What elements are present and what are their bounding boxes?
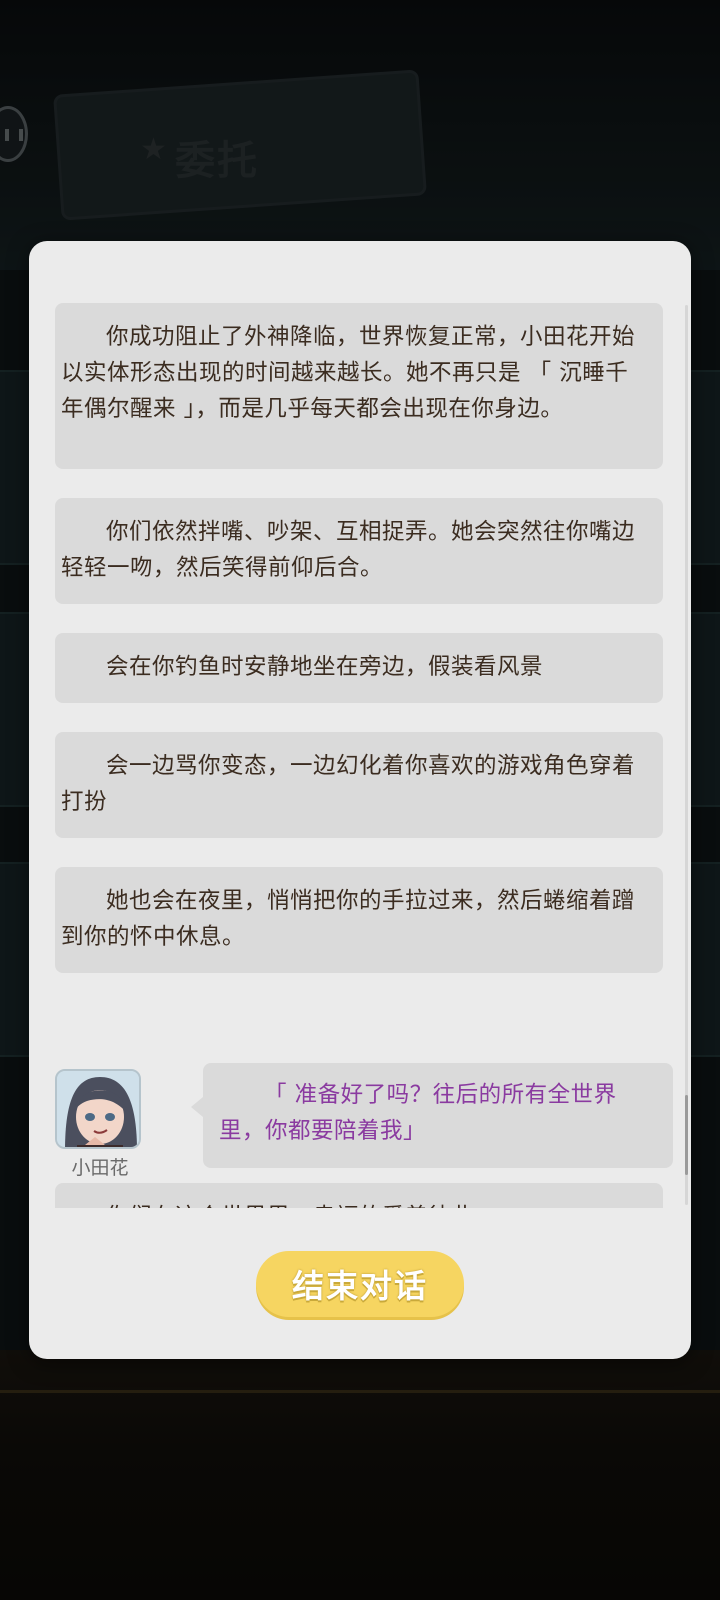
- narration-box: 会在你钓鱼时安静地坐在旁边，假装看风景: [55, 633, 663, 703]
- speaker-line: 小田花 「 准备好了吗？往后的所有全世界里，你都要陪着我」: [55, 1063, 679, 1179]
- dialog-scroll-area[interactable]: 你成功阻止了外神降临，世界恢复正常，小田花开始以实体形态出现的时间越来越长。她不…: [55, 303, 679, 1208]
- speaker-name: 小田花: [71, 1157, 129, 1179]
- narration-box: 会一边骂你变态，一边幻化着你喜欢的游戏角色穿着打扮: [55, 732, 663, 838]
- narration-box: 她也会在夜里，悄悄把你的手拉过来，然后蜷缩着蹭到你的怀中休息。: [55, 867, 663, 973]
- end-dialog-button[interactable]: 结束对话: [256, 1251, 464, 1317]
- avatar: [55, 1069, 141, 1149]
- narration-box: 你们在这个世界里，幸福的爱着彼此。: [55, 1183, 663, 1208]
- narration-box: 你成功阻止了外神降临，世界恢复正常，小田花开始以实体形态出现的时间越来越长。她不…: [55, 303, 663, 469]
- ending-dialog: 你成功阻止了外神降临，世界恢复正常，小田花开始以实体形态出现的时间越来越长。她不…: [29, 241, 691, 1359]
- character-portrait-icon: [57, 1071, 139, 1147]
- scrollbar[interactable]: [685, 305, 688, 1205]
- speaker-quote-bubble: 「 准备好了吗？往后的所有全世界里，你都要陪着我」: [191, 1063, 673, 1168]
- scrollbar-thumb[interactable]: [685, 1095, 688, 1175]
- narration-box: 你们依然拌嘴、吵架、互相捉弄。她会突然往你嘴边轻轻一吻，然后笑得前仰后合。: [55, 498, 663, 604]
